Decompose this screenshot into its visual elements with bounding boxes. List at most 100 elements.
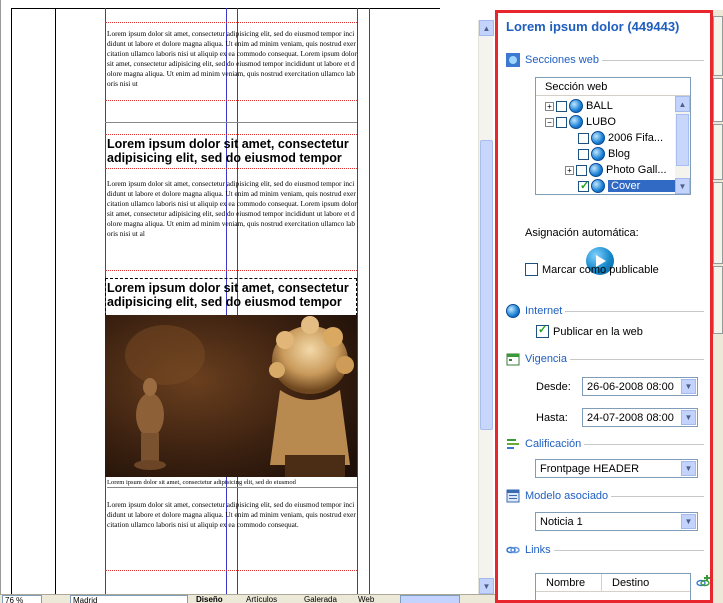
divider: [611, 495, 704, 497]
tree-checkbox[interactable]: [556, 116, 567, 128]
section-calificacion[interactable]: Calificación: [498, 435, 710, 453]
globe-icon: [591, 131, 605, 145]
scroll-down-button[interactable]: ▼: [479, 578, 494, 594]
section-modelo[interactable]: Modelo asociado: [498, 487, 710, 505]
frame-border: [105, 134, 357, 135]
image-caption[interactable]: Lorem ipsum dolor sit amet, consectetur …: [107, 479, 357, 488]
tree-scrollbar[interactable]: ▲ ▼: [675, 96, 690, 194]
editor-vertical-scrollbar[interactable]: ▲ ▼: [478, 20, 494, 594]
collapse-icon[interactable]: −: [545, 117, 554, 127]
divider: [565, 310, 704, 312]
tree-checkbox[interactable]: [578, 148, 589, 160]
panel-title: Lorem ipsum dolor (449443): [506, 19, 680, 34]
chevron-down-icon[interactable]: ▼: [681, 514, 696, 529]
tree-column-header[interactable]: Sección web: [536, 78, 690, 96]
text-frame-3[interactable]: Lorem ipsum dolor sit amet, consectetur …: [107, 500, 357, 544]
tab-galerada[interactable]: Galerada: [304, 595, 337, 603]
sculpture-image: [105, 315, 357, 477]
desde-datetime-picker[interactable]: 26-06-2008 08:00 ▼: [582, 377, 698, 396]
add-link-button[interactable]: [696, 575, 710, 589]
checkbox-checked[interactable]: [536, 323, 549, 338]
globe-icon: [569, 115, 583, 129]
chevron-down-icon: ▼: [482, 581, 491, 591]
chevron-down-icon[interactable]: ▼: [681, 410, 696, 425]
links-table-header: Nombre Destino: [536, 574, 690, 592]
divider: [570, 358, 704, 360]
chevron-down-icon[interactable]: ▼: [681, 461, 696, 476]
divider: [602, 59, 704, 61]
status-bar: 76 % Madrid Diseño Artículos Galerada We…: [0, 594, 495, 603]
text-frame-1[interactable]: Lorem ipsum dolor sit amet, consectetur …: [107, 29, 357, 99]
headline-frame-1[interactable]: Lorem ipsum dolor sit amet, consectetur …: [107, 137, 359, 165]
layout-editor[interactable]: Lorem ipsum dolor sit amet, consectetur …: [0, 0, 480, 594]
calificacion-select[interactable]: Frontpage HEADER ▼: [535, 459, 698, 478]
scroll-up-button[interactable]: ▲: [479, 20, 494, 36]
hasta-datetime-picker[interactable]: 24-07-2008 08:00 ▼: [582, 408, 698, 427]
tab-articulos[interactable]: Artículos: [246, 595, 277, 603]
tree-item[interactable]: + Photo Gall...: [565, 162, 667, 178]
section-internet[interactable]: Internet: [498, 302, 710, 320]
horizontal-scrollbar[interactable]: [400, 595, 460, 603]
rating-icon: [506, 437, 520, 451]
tree-checkbox[interactable]: [578, 132, 589, 144]
tree-item-label: LUBO: [586, 116, 616, 128]
location-select[interactable]: Madrid: [70, 595, 188, 603]
chevron-up-icon: ▲: [482, 23, 491, 33]
tree-item[interactable]: 2006 Fifa...: [578, 130, 663, 146]
side-tab-active[interactable]: [713, 78, 723, 122]
tree-item-selected[interactable]: Cover: [578, 178, 676, 194]
side-tab[interactable]: [713, 124, 723, 180]
zoom-field[interactable]: 76 %: [2, 595, 42, 603]
section-vigencia[interactable]: Vigencia: [498, 350, 710, 368]
scroll-up-button[interactable]: ▲: [675, 96, 690, 112]
frame-border: [105, 100, 357, 101]
tree-item[interactable]: − LUBO: [545, 114, 616, 130]
chevron-down-icon[interactable]: ▼: [681, 379, 696, 394]
calendar-icon: [506, 352, 520, 366]
tree-checkbox[interactable]: [556, 100, 567, 112]
checkbox[interactable]: [525, 263, 538, 276]
asignacion-label: Asignación automática:: [525, 227, 639, 239]
tree-item[interactable]: Blog: [578, 146, 630, 162]
marcar-publicable-checkbox[interactable]: Marcar como publicable: [525, 263, 659, 276]
tree-checkbox[interactable]: [576, 164, 587, 176]
section-links[interactable]: Links: [498, 541, 710, 559]
scroll-thumb[interactable]: [480, 140, 493, 430]
modelo-select[interactable]: Noticia 1 ▼: [535, 512, 698, 531]
tree-item[interactable]: + BALL: [545, 98, 613, 114]
column-destino[interactable]: Destino: [602, 574, 649, 591]
divider: [553, 549, 704, 551]
headline-frame-2[interactable]: Lorem ipsum dolor sit amet, consectetur …: [107, 281, 359, 309]
web-section-tree[interactable]: Sección web + BALL − LUBO 2006 Fifa... B…: [535, 77, 691, 195]
section-label: Modelo asociado: [525, 490, 609, 502]
chevron-up-icon: ▲: [678, 99, 687, 109]
section-secciones-web[interactable]: Secciones web: [498, 51, 710, 69]
scroll-down-button[interactable]: ▼: [675, 178, 690, 194]
publicar-web-checkbox[interactable]: Publicar en la web: [536, 323, 643, 338]
tab-diseno[interactable]: Diseño: [196, 595, 223, 603]
section-label: Vigencia: [525, 353, 567, 365]
side-tab[interactable]: [713, 266, 723, 334]
chevron-down-icon: ▼: [678, 181, 687, 191]
image-frame[interactable]: [105, 315, 357, 477]
text-frame-2[interactable]: Lorem ipsum dolor sit amet, consectetur …: [107, 179, 357, 261]
checkbox-label: Publicar en la web: [553, 325, 643, 338]
scroll-thumb[interactable]: [676, 114, 689, 166]
links-table[interactable]: Nombre Destino: [535, 573, 691, 600]
section-label: Secciones web: [525, 54, 599, 66]
side-tab[interactable]: [713, 16, 723, 76]
expand-icon[interactable]: +: [565, 165, 574, 175]
tree-item-label: Photo Gall...: [606, 164, 667, 176]
side-tab-strip: [713, 10, 723, 603]
tab-web[interactable]: Web: [358, 595, 374, 603]
column-nombre[interactable]: Nombre: [536, 574, 602, 591]
tree-checkbox-checked[interactable]: [578, 179, 589, 192]
margin-guide: [11, 8, 12, 594]
hasta-value: 24-07-2008 08:00: [587, 411, 674, 424]
globe-icon: [591, 179, 605, 193]
expand-icon[interactable]: +: [545, 101, 554, 111]
side-tab[interactable]: [713, 182, 723, 264]
template-icon: [506, 489, 520, 503]
properties-panel: Lorem ipsum dolor (449443) Secciones web…: [495, 10, 713, 603]
desde-value: 26-06-2008 08:00: [587, 380, 674, 393]
